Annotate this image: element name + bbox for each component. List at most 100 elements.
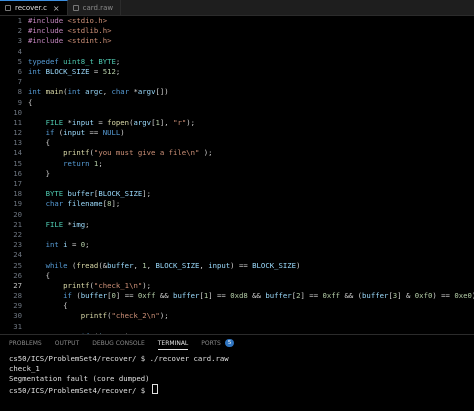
line-number: 2 [17, 26, 22, 36]
line-number: 24 [13, 250, 22, 260]
code-line[interactable]: 5 typedef uint8_t BYTE; [0, 57, 474, 67]
code-line[interactable]: 20 [0, 210, 474, 220]
code-token: { [28, 301, 68, 311]
code-token: int [28, 87, 46, 97]
code-token: ) == [432, 291, 455, 301]
code-text: if (buffer[0] == 0xff && buffer[1] == 0x… [28, 291, 474, 301]
code-line[interactable]: 15 return 1; [0, 159, 474, 169]
close-icon[interactable]: × [53, 4, 60, 13]
code-token: main [45, 87, 64, 97]
code-token: buffer [265, 291, 292, 301]
code-text: FILE *img; [28, 220, 90, 230]
line-number: 13 [13, 138, 22, 148]
line-number: 9 [17, 97, 22, 107]
code-line[interactable]: 29 { [0, 301, 474, 311]
terminal[interactable]: cs50/ICS/ProblemSet4/recover/ $ ./recove… [0, 351, 474, 395]
code-token: NULL [102, 128, 121, 138]
terminal-line: check_1 [9, 364, 40, 373]
code-line[interactable]: 30 printf("check_2\n"); [0, 311, 474, 321]
code-token: } [28, 168, 50, 178]
code-line[interactable]: 7 [0, 77, 474, 87]
line-number: 29 [13, 301, 22, 311]
tab-label: OUTPUT [54, 339, 80, 347]
code-line[interactable]: 28 if (buffer[0] == 0xff && buffer[1] ==… [0, 291, 474, 301]
code-line[interactable]: 2 #include <stdlib.h> [0, 26, 474, 36]
code-token: input [208, 260, 231, 270]
code-token: fread [76, 260, 99, 270]
tab-problems[interactable]: PROBLEMS [9, 335, 42, 351]
code-token: BYTE [45, 189, 68, 199]
panel-tabs: PROBLEMS OUTPUT DEBUG CONSOLE TERMINAL P… [0, 335, 474, 351]
code-line[interactable]: 21 FILE *img; [0, 220, 474, 230]
code-line[interactable]: 8 int main(int argc, char *argv[]) [0, 87, 474, 97]
code-token: printf [80, 311, 108, 321]
code-line[interactable]: 22 [0, 230, 474, 240]
code-line[interactable]: 26 { [0, 271, 474, 281]
code-line[interactable]: 25 while (fread(&buffer, 1, BLOCK_SIZE, … [0, 261, 474, 271]
code-line[interactable]: 27 printf("check_1\n"); [0, 281, 474, 291]
code-token: []) [155, 87, 169, 97]
code-text: { [28, 98, 32, 108]
terminal-prompt-line: cs50/ICS/ProblemSet4/recover/ $ [9, 384, 474, 395]
terminal-cursor [151, 384, 158, 394]
tab-label: card.raw [82, 3, 114, 12]
code-token: FILE [45, 117, 68, 127]
code-text: } [28, 169, 50, 179]
code-token: ]; [111, 199, 121, 209]
code-token: ; [115, 56, 125, 66]
code-token: filename [67, 199, 103, 209]
terminal-line: Segmentation fault (core dumped) [9, 374, 150, 383]
line-number: 8 [17, 87, 22, 97]
code-line[interactable]: 16 } [0, 169, 474, 179]
code-line[interactable]: 24 [0, 250, 474, 260]
code-token: , [133, 260, 143, 270]
code-token: printf [63, 148, 90, 158]
line-number: 14 [13, 148, 22, 158]
tab-output[interactable]: OUTPUT [55, 335, 79, 351]
code-text: printf("you must give a file\n" ); [28, 148, 212, 158]
tab-recover-c[interactable]: recover.c × [0, 0, 68, 15]
code-line[interactable]: 13 { [0, 138, 474, 148]
code-line[interactable]: 19 char filename[8]; [0, 199, 474, 209]
code-text: #include <stdint.h> [28, 36, 111, 46]
tab-ports[interactable]: PORTS 5 [201, 335, 235, 351]
code-token: printf [63, 280, 90, 290]
code-token: 0xff [137, 291, 156, 301]
code-line[interactable]: 17 [0, 179, 474, 189]
code-line[interactable]: 31 [0, 322, 474, 332]
line-number: 11 [13, 117, 22, 127]
code-text: BYTE buffer[BLOCK_SIZE]; [28, 189, 151, 199]
code-line[interactable]: 6 int BLOCK_SIZE = 512; [0, 67, 474, 77]
code-line[interactable]: 18 BYTE buffer[BLOCK_SIZE]; [0, 189, 474, 199]
code-token: "check_1\n" [93, 280, 143, 290]
tab-label: TERMINAL [157, 339, 189, 347]
code-line[interactable]: 9{ [0, 98, 474, 108]
code-line[interactable]: 10 [0, 108, 474, 118]
tab-card-raw[interactable]: card.raw [68, 0, 122, 15]
line-number: 6 [17, 66, 22, 76]
tab-debug-console[interactable]: DEBUG CONSOLE [92, 335, 145, 351]
code-line[interactable]: 3 #include <stdint.h> [0, 36, 474, 46]
code-line[interactable]: 4 [0, 47, 474, 57]
code-text: while (fread(&buffer, 1, BLOCK_SIZE, inp… [28, 260, 301, 271]
tab-terminal[interactable]: TERMINAL [157, 335, 189, 351]
code-token: int [45, 240, 64, 250]
code-token: BLOCK_SIZE [45, 66, 90, 76]
code-token: "r" [173, 117, 187, 127]
code-text: int main(int argc, char *argv[]) [28, 87, 169, 97]
line-number: 7 [17, 77, 22, 87]
line-number: 18 [13, 189, 22, 199]
tab-label: DEBUG CONSOLE [92, 339, 145, 347]
code-line[interactable]: 14 printf("you must give a file\n" ); [0, 148, 474, 158]
code-line[interactable]: 11 FILE *input = fopen(argv[1], "r"); [0, 118, 474, 128]
code-line[interactable]: 1 #include <stdio.h> [0, 16, 474, 26]
code-line[interactable]: 23 int i = 0; [0, 240, 474, 250]
code-token: , [199, 260, 209, 270]
code-line[interactable]: 12 if (input == NULL) [0, 128, 474, 138]
code-token: BLOCK_SIZE [252, 260, 297, 270]
code-editor[interactable]: 1 #include <stdio.h> 2 #include <stdlib.h> 3… [0, 16, 474, 334]
code-text: printf("check_2\n"); [28, 311, 169, 321]
